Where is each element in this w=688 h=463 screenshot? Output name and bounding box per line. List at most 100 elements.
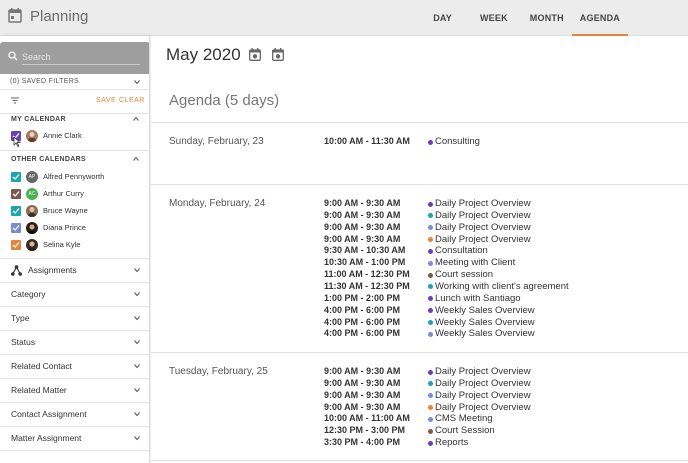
calendar-row-bruce-wayne[interactable]: Bruce Wayne xyxy=(11,204,146,218)
calendar-name: Diana Prince xyxy=(43,223,86,232)
event-color-dot xyxy=(428,331,433,337)
event-color-dot xyxy=(428,284,433,290)
filter-related-matter[interactable]: Related Matter xyxy=(0,378,149,402)
agenda-event[interactable]: 12:30 PM - 3:00 PM Court Session xyxy=(324,425,684,437)
event-color-dot xyxy=(428,260,433,266)
calendar-name: Bruce Wayne xyxy=(43,206,88,215)
calendar-name: Alfred Pennyworth xyxy=(43,172,105,181)
filter-label: Related Contact xyxy=(11,361,72,371)
chevron-up-icon[interactable] xyxy=(133,156,139,162)
event-title: Daily Project Overview xyxy=(435,366,531,377)
save-filter-button[interactable]: SAVE xyxy=(96,97,116,104)
agenda-event[interactable]: 9:00 AM - 9:30 AM Daily Project Overview xyxy=(324,402,684,414)
filter-contact-assignment[interactable]: Contact Assignment xyxy=(0,402,149,426)
agenda-event[interactable]: 4:00 PM - 6:00 PM Weekly Sales Overview xyxy=(324,328,684,340)
event-time: 4:00 PM - 6:00 PM xyxy=(324,328,401,339)
day-label: Tuesday, February, 25 xyxy=(169,366,268,377)
event-color-dot xyxy=(428,440,433,446)
search-icon xyxy=(8,51,18,61)
sidebar: (0) SAVED FILTERS SAVE CLEAR MY CALENDAR… xyxy=(0,36,150,463)
filter-label: Category xyxy=(11,289,46,299)
agenda-event[interactable]: 11:00 AM - 12:30 PM Court session xyxy=(324,269,684,281)
calendar-next-icon[interactable] xyxy=(272,48,284,61)
agenda-event[interactable]: 1:00 PM - 2:00 PM Lunch with Santiago xyxy=(324,293,684,305)
check-icon xyxy=(12,242,20,248)
calendar-row-selina-kyle[interactable]: Selina Kyle xyxy=(11,238,146,252)
agenda-event[interactable]: 9:00 AM - 9:30 AM Daily Project Overview xyxy=(324,210,684,222)
chevron-down-icon xyxy=(134,316,140,321)
search-input[interactable] xyxy=(22,49,140,65)
clear-filter-button[interactable]: CLEAR xyxy=(119,97,145,104)
agenda-event[interactable]: 11:30 AM - 12:30 PM Working with client's… xyxy=(324,281,684,293)
check-icon xyxy=(12,225,20,231)
checkbox[interactable] xyxy=(11,189,21,199)
event-time: 9:30 AM - 10:30 AM xyxy=(324,245,406,256)
event-color-dot xyxy=(428,369,433,375)
checkbox[interactable] xyxy=(11,172,21,182)
saved-filters-dropdown[interactable]: (0) SAVED FILTERS xyxy=(0,74,149,90)
calendar-row-alfred-pennyworth[interactable]: AP Alfred Pennyworth xyxy=(11,170,146,184)
agenda-event[interactable]: 9:00 AM - 9:30 AM Daily Project Overview xyxy=(324,198,684,210)
event-title: Lunch with Santiago xyxy=(435,292,521,304)
search-box xyxy=(0,42,149,74)
tab-week[interactable]: WEEK xyxy=(472,0,516,36)
calendar-row-diana-prince[interactable]: Diana Prince xyxy=(11,221,146,235)
avatar: AC xyxy=(26,188,38,200)
chevron-up-icon[interactable] xyxy=(133,116,139,122)
event-time: 12:30 PM - 3:00 PM xyxy=(324,425,406,436)
event-title: Working with client's agreement xyxy=(435,280,569,292)
event-color-dot xyxy=(428,225,433,231)
event-color-dot xyxy=(428,237,433,243)
day-label: Monday, February, 24 xyxy=(169,198,266,209)
filter-related-contact[interactable]: Related Contact xyxy=(0,354,149,378)
event-time: 9:00 AM - 9:30 AM xyxy=(324,389,401,400)
agenda-event[interactable]: 9:00 AM - 9:30 AM Daily Project Overview xyxy=(324,378,684,390)
agenda-main: May 2020 Agenda (5 days) Sunday, Februar… xyxy=(151,36,688,463)
filter-more[interactable] xyxy=(0,450,149,463)
filter-type[interactable]: Type xyxy=(0,306,149,330)
calendar-name: Arthur Curry xyxy=(43,189,84,198)
agenda-event[interactable]: 3:30 PM - 4:00 PM Reports xyxy=(324,437,684,449)
event-title: Daily Project Overview xyxy=(435,401,531,413)
event-title: Consultation xyxy=(435,245,488,257)
tab-month[interactable]: MONTH xyxy=(522,0,572,36)
agenda-event[interactable]: 9:00 AM - 9:30 AM Daily Project Overview xyxy=(324,222,684,234)
tab-day[interactable]: DAY xyxy=(425,0,460,36)
filter-matter-assignment[interactable]: Matter Assignment xyxy=(0,426,149,450)
calendar-prev-icon[interactable] xyxy=(249,48,261,61)
chevron-down-icon xyxy=(134,268,140,273)
checkbox[interactable] xyxy=(11,240,21,250)
tab-agenda[interactable]: AGENDA xyxy=(571,0,628,36)
event-color-dot xyxy=(428,405,433,411)
filter-category[interactable]: Category xyxy=(0,282,149,306)
event-title: Court Session xyxy=(435,425,495,437)
event-title: Reports xyxy=(435,437,469,449)
calendar-row-annie-clark[interactable]: Annie Clark xyxy=(11,129,146,143)
agenda-event[interactable]: 4:00 PM - 6:00 PM Weekly Sales Overview xyxy=(324,305,684,317)
agenda-event[interactable]: 10:30 AM - 1:00 PM Meeting with Client xyxy=(324,257,684,269)
event-time: 9:00 AM - 9:30 AM xyxy=(324,366,401,376)
agenda-event[interactable]: 9:00 AM - 9:30 AM Daily Project Overview xyxy=(324,390,684,402)
event-title: Daily Project Overview xyxy=(435,377,531,389)
agenda-event[interactable]: 10:00 AM - 11:30 AM Consulting xyxy=(324,136,684,148)
avatar xyxy=(26,222,38,234)
check-icon xyxy=(12,174,20,180)
checkbox[interactable] xyxy=(11,206,21,216)
agenda-event[interactable]: 4:00 PM - 6:00 PM Weekly Sales Overview xyxy=(324,317,684,329)
agenda-event[interactable]: 9:00 AM - 9:30 AM Daily Project Overview xyxy=(324,234,684,246)
filter-label: Type xyxy=(11,313,30,323)
filter-status[interactable]: Status xyxy=(0,330,149,354)
filter-icon[interactable] xyxy=(11,97,19,104)
event-time: 10:00 AM - 11:00 AM xyxy=(324,413,410,424)
filter-assignments[interactable]: Assignments xyxy=(0,258,149,282)
chevron-down-icon xyxy=(134,436,140,441)
checkbox[interactable] xyxy=(11,223,21,233)
calendar-row-arthur-curry[interactable]: AC Arthur Curry xyxy=(11,187,146,201)
filter-label: Contact Assignment xyxy=(11,409,87,419)
event-color-dot xyxy=(428,213,433,219)
event-time: 10:30 AM - 1:00 PM xyxy=(324,257,406,268)
agenda-event[interactable]: 9:30 AM - 10:30 AM Consultation xyxy=(324,245,684,257)
agenda-event[interactable]: 10:00 AM - 11:00 AM CMS Meeting xyxy=(324,413,684,425)
agenda-title: Agenda (5 days) xyxy=(169,92,280,109)
agenda-event[interactable]: 9:00 AM - 9:30 AM Daily Project Overview xyxy=(324,366,684,378)
